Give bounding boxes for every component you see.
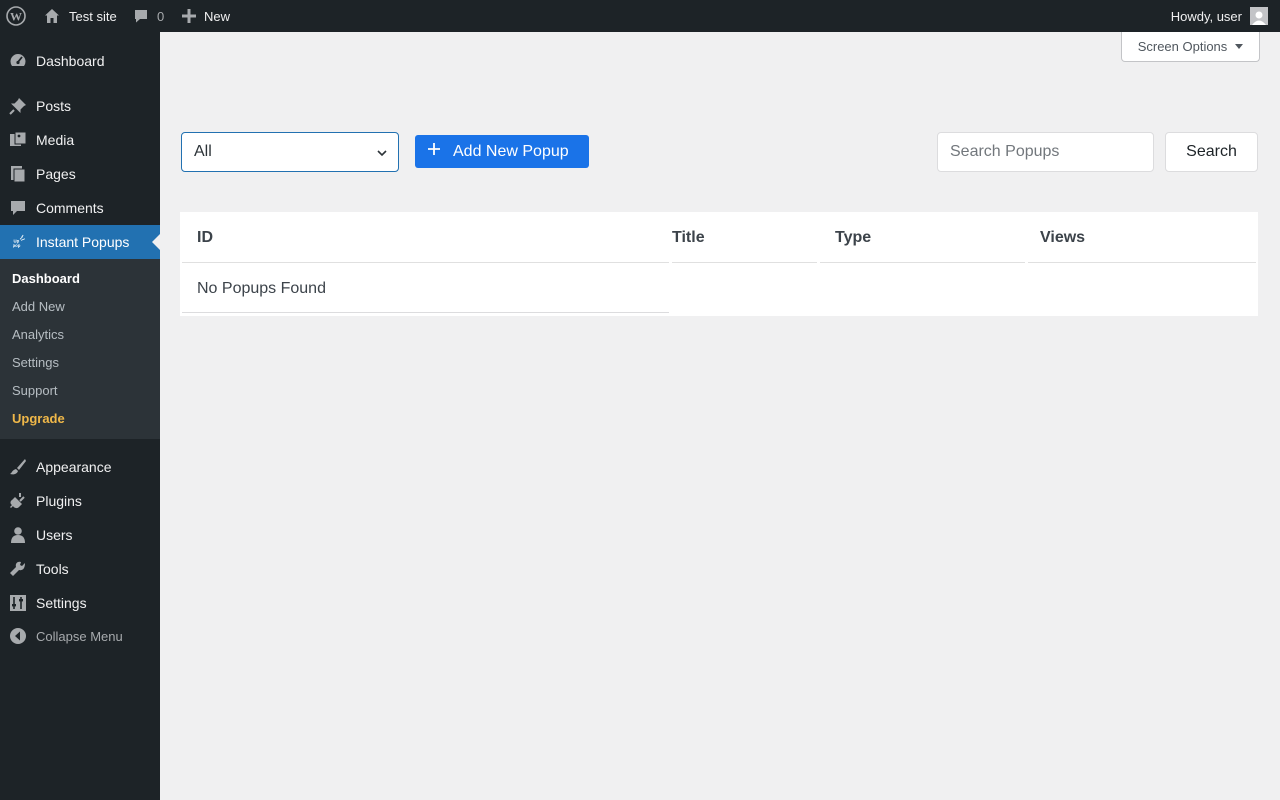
sidebar-item-posts[interactable]: Posts [0, 89, 160, 123]
plus-icon [182, 9, 196, 23]
sidebar-item-label: Dashboard [36, 53, 105, 69]
header-divider [1028, 262, 1256, 263]
admin-sidebar: Dashboard Posts Media Pages Comments Up p… [0, 32, 160, 800]
home-icon [43, 7, 61, 25]
media-icon [9, 131, 27, 149]
sidebar-item-appearance[interactable]: Appearance [0, 450, 160, 484]
sidebar-item-users[interactable]: Users [0, 518, 160, 552]
sidebar-item-tools[interactable]: Tools [0, 552, 160, 586]
chevron-down-icon [376, 146, 388, 164]
empty-table-message: No Popups Found [197, 280, 326, 297]
uppop-logo-icon: Up pop [9, 233, 27, 251]
sidebar-item-dashboard[interactable]: Dashboard [0, 44, 160, 78]
new-label: New [204, 8, 231, 24]
user-icon [9, 526, 27, 544]
brush-icon [9, 458, 27, 476]
popups-table: ID Title Type Views No Popups Found [180, 212, 1258, 316]
sidebar-item-comments[interactable]: Comments [0, 191, 160, 225]
sidebar-item-label: Appearance [36, 459, 112, 475]
row-divider [182, 312, 669, 313]
search-button[interactable]: Search [1165, 132, 1258, 172]
submenu-support[interactable]: Support [12, 383, 58, 398]
type-filter-select[interactable]: All [181, 132, 399, 172]
sidebar-item-label: Tools [36, 561, 69, 577]
sidebar-item-label: Plugins [36, 493, 82, 509]
sidebar-item-label: Instant Popups [36, 234, 130, 250]
plus-icon [427, 142, 441, 161]
pin-icon [9, 97, 27, 115]
wordpress-logo-icon[interactable]: W [6, 0, 28, 32]
svg-text:pop: pop [13, 243, 21, 248]
admin-bar: W Test site 0 New Howdy, user [0, 0, 1280, 32]
submenu-analytics[interactable]: Analytics [12, 327, 64, 342]
add-new-popup-label: Add New Popup [453, 142, 569, 160]
submenu-add-new[interactable]: Add New [12, 299, 65, 314]
sidebar-item-label: Pages [36, 166, 76, 182]
column-header-title[interactable]: Title [672, 229, 705, 247]
collapse-menu-button[interactable]: Collapse Menu [0, 619, 160, 653]
header-divider [672, 262, 817, 263]
sidebar-item-label: Comments [36, 200, 104, 216]
sidebar-item-plugins[interactable]: Plugins [0, 484, 160, 518]
dashboard-icon [9, 52, 27, 70]
sidebar-item-label: Settings [36, 595, 87, 611]
screen-options-label: Screen Options [1137, 39, 1228, 54]
collapse-arrow-icon [9, 627, 27, 645]
comments-link[interactable]: 0 [133, 0, 164, 32]
howdy-text: Howdy, user [1170, 8, 1242, 24]
column-header-id[interactable]: ID [197, 229, 213, 247]
sidebar-item-label: Media [36, 132, 75, 148]
plugin-icon [9, 492, 27, 510]
column-header-type[interactable]: Type [835, 229, 871, 247]
sidebar-item-label: Posts [36, 98, 72, 114]
header-divider [182, 262, 669, 263]
settings-icon [9, 594, 27, 612]
sidebar-item-settings[interactable]: Settings [0, 586, 160, 620]
instant-popups-submenu: Dashboard Add New Analytics Settings Sup… [0, 259, 160, 439]
header-divider [820, 262, 1025, 263]
submenu-settings[interactable]: Settings [12, 355, 59, 370]
column-header-views[interactable]: Views [1040, 229, 1085, 247]
sidebar-item-media[interactable]: Media [0, 123, 160, 157]
filter-selected-value: All [194, 143, 212, 160]
search-popups-input[interactable] [937, 132, 1154, 172]
sidebar-item-instant-popups[interactable]: Up pop Instant Popups [0, 225, 160, 259]
sidebar-item-label: Users [36, 527, 73, 543]
add-new-popup-button[interactable]: Add New Popup [415, 135, 589, 168]
collapse-menu-label: Collapse Menu [36, 628, 123, 644]
svg-text:W: W [10, 10, 22, 24]
wrench-icon [9, 560, 27, 578]
new-content-link[interactable]: New [182, 0, 230, 32]
comment-bubble-icon [133, 8, 149, 24]
submenu-upgrade[interactable]: Upgrade [12, 411, 65, 426]
site-name: Test site [69, 8, 117, 24]
site-name-link[interactable]: Test site [43, 0, 117, 32]
sidebar-item-pages[interactable]: Pages [0, 157, 160, 191]
comment-icon [9, 199, 27, 217]
submenu-dashboard[interactable]: Dashboard [12, 271, 80, 286]
my-account-link[interactable]: Howdy, user [1171, 0, 1268, 32]
caret-down-icon [1235, 44, 1244, 49]
screen-options-button[interactable]: Screen Options [1121, 32, 1260, 62]
pages-icon [9, 165, 27, 183]
avatar [1250, 7, 1268, 25]
comments-count: 0 [157, 8, 165, 24]
